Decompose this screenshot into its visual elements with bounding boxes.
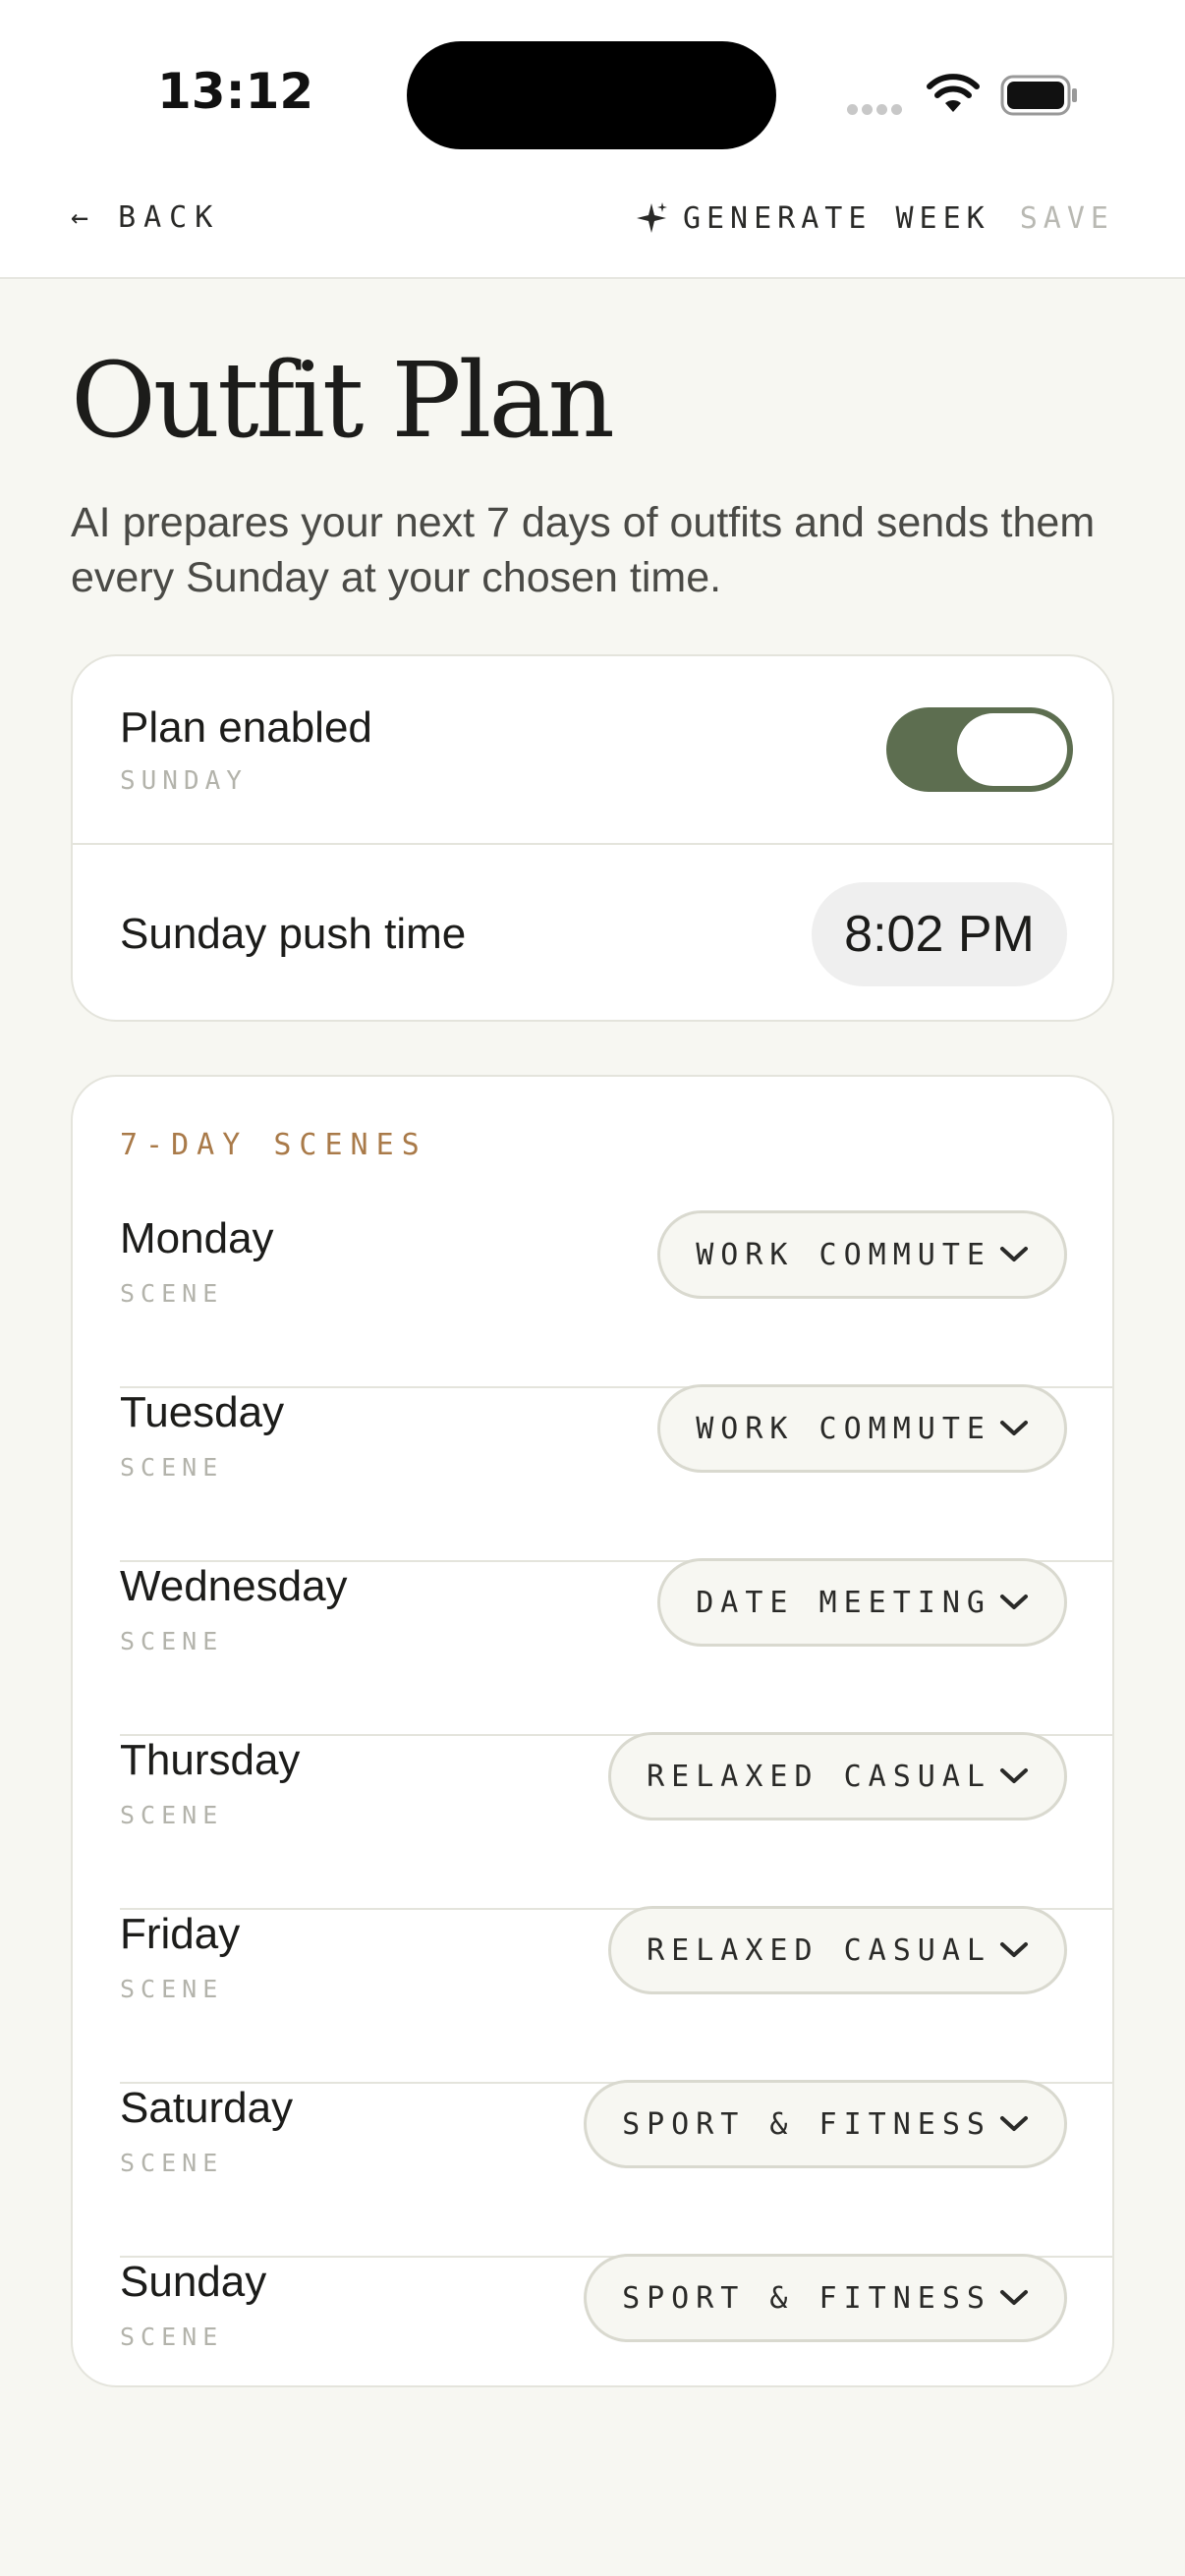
chevron-down-icon — [999, 1594, 1029, 1611]
page-title: Outfit Plan — [71, 340, 615, 461]
generate-week-button[interactable]: GENERATE WEEK — [634, 200, 990, 236]
scene-select-sunday[interactable]: SPORT & FITNESS — [584, 2254, 1067, 2342]
plan-enabled-row: Plan enabled SUNDAY — [73, 656, 1112, 845]
day-sub: SCENE — [120, 2323, 224, 2351]
day-name: Thursday — [120, 1736, 301, 1784]
page-description: AI prepares your next 7 days of outfits … — [71, 499, 1096, 601]
signal-icon — [847, 102, 906, 120]
scene-value: DATE MEETING — [696, 1585, 991, 1620]
scene-value: WORK COMMUTE — [696, 1237, 991, 1272]
day-name: Wednesday — [120, 1562, 348, 1610]
scene-value: SPORT & FITNESS — [622, 2280, 991, 2316]
day-sub: SCENE — [120, 1279, 224, 1308]
top-bar: 13:12 ← BACK GENERATE WEEK SAVE — [0, 0, 1185, 279]
day-row-thursday: Thursday SCENE RELAXED CASUAL — [120, 1732, 1112, 1910]
back-button[interactable]: ← BACK — [71, 200, 220, 235]
day-sub: SCENE — [120, 1627, 224, 1655]
day-sub: SCENE — [120, 2149, 224, 2177]
nav-actions: GENERATE WEEK SAVE — [634, 200, 1114, 236]
chevron-down-icon — [999, 1420, 1029, 1437]
section-label: 7-DAY SCENES — [120, 1128, 427, 1162]
scene-select-wednesday[interactable]: DATE MEETING — [657, 1558, 1067, 1647]
day-row-monday: Monday SCENE WORK COMMUTE — [120, 1210, 1112, 1388]
scene-select-thursday[interactable]: RELAXED CASUAL — [608, 1732, 1067, 1820]
scene-select-monday[interactable]: WORK COMMUTE — [657, 1210, 1067, 1299]
chevron-down-icon — [999, 1941, 1029, 1959]
day-row-saturday: Saturday SCENE SPORT & FITNESS — [120, 2080, 1112, 2258]
plan-enabled-sub: SUNDAY — [120, 766, 248, 796]
day-sub: SCENE — [120, 1975, 224, 2003]
day-name: Tuesday — [120, 1388, 285, 1436]
sparkle-icon — [636, 202, 667, 233]
day-row-friday: Friday SCENE RELAXED CASUAL — [120, 1906, 1112, 2084]
status-time: 13:12 — [157, 63, 314, 120]
wifi-icon — [927, 74, 980, 112]
scene-select-tuesday[interactable]: WORK COMMUTE — [657, 1384, 1067, 1473]
push-time-label: Sunday push time — [120, 910, 467, 958]
arrow-left-icon: ← — [71, 200, 97, 235]
toggle-knob — [957, 713, 1067, 786]
generate-week-label: GENERATE WEEK — [682, 200, 990, 236]
day-row-wednesday: Wednesday SCENE DATE MEETING — [120, 1558, 1112, 1736]
day-name: Monday — [120, 1214, 274, 1262]
day-row-tuesday: Tuesday SCENE WORK COMMUTE — [120, 1384, 1112, 1562]
scene-value: RELAXED CASUAL — [647, 1932, 991, 1968]
chevron-down-icon — [999, 1246, 1029, 1263]
dynamic-island — [407, 41, 776, 149]
chevron-down-icon — [999, 2115, 1029, 2133]
chevron-down-icon — [999, 1767, 1029, 1785]
scene-value: WORK COMMUTE — [696, 1411, 991, 1446]
scene-value: SPORT & FITNESS — [622, 2106, 991, 2142]
plan-enabled-label: Plan enabled — [120, 703, 372, 752]
plan-enabled-toggle[interactable] — [886, 707, 1073, 792]
scenes-card: 7-DAY SCENES Monday SCENE WORK COMMUTE T… — [71, 1075, 1114, 2387]
push-time-picker[interactable]: 8:02 PM — [812, 882, 1067, 986]
save-button[interactable]: SAVE — [1020, 201, 1114, 236]
day-name: Friday — [120, 1910, 241, 1958]
day-sub: SCENE — [120, 1453, 224, 1482]
battery-icon — [1000, 75, 1077, 116]
chevron-down-icon — [999, 2289, 1029, 2307]
plan-settings-card: Plan enabled SUNDAY Sunday push time 8:0… — [71, 654, 1114, 1022]
day-sub: SCENE — [120, 1801, 224, 1829]
day-name: Sunday — [120, 2258, 267, 2306]
scene-value: RELAXED CASUAL — [647, 1759, 991, 1794]
back-label: BACK — [118, 200, 221, 235]
day-row-sunday: Sunday SCENE SPORT & FITNESS — [120, 2254, 1112, 2432]
day-name: Saturday — [120, 2084, 294, 2132]
scene-select-saturday[interactable]: SPORT & FITNESS — [584, 2080, 1067, 2168]
scene-select-friday[interactable]: RELAXED CASUAL — [608, 1906, 1067, 1994]
